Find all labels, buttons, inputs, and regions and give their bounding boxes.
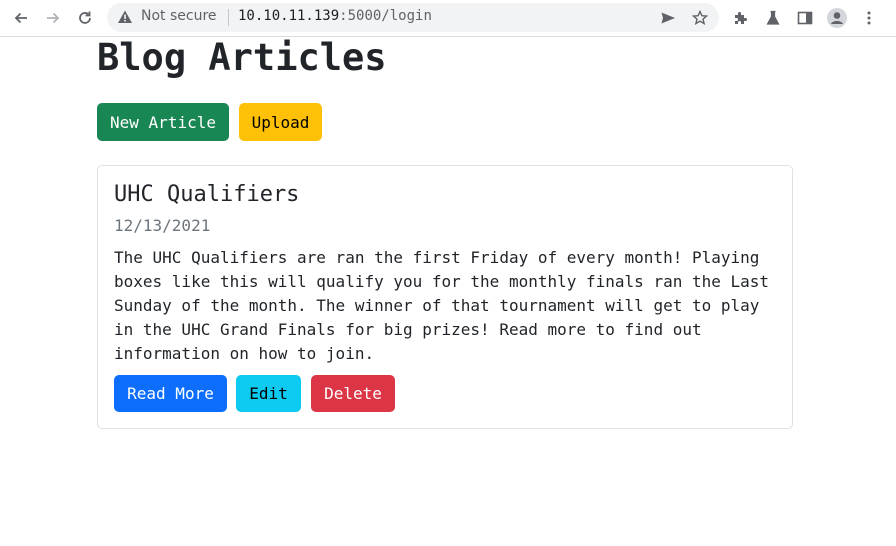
reload-icon[interactable] [73,6,97,30]
profile-avatar-icon[interactable] [825,6,849,30]
back-arrow-icon[interactable] [9,6,33,30]
browser-toolbar: Not secure 10.10.11.139:5000/login [0,0,896,37]
address-divider [228,9,229,26]
send-icon[interactable] [658,8,678,28]
url-text[interactable]: 10.10.11.139:5000/login [238,8,432,24]
forward-arrow-icon[interactable] [41,6,65,30]
bookmark-star-icon[interactable] [690,8,710,28]
delete-button[interactable]: Delete [311,375,395,412]
side-panel-icon[interactable] [793,6,817,30]
edit-button[interactable]: Edit [236,375,301,412]
article-date: 12/13/2021 [114,216,211,235]
warning-icon[interactable] [117,9,133,25]
article-body: The UHC Qualifiers are ran the first Fri… [114,248,770,363]
security-status[interactable]: Not secure [141,8,217,24]
url-path: :5000/login [339,8,432,24]
article-title: UHC Qualifiers [114,182,300,207]
extensions-puzzle-icon[interactable] [729,6,753,30]
article-card: UHC Qualifiers 12/13/2021 The UHC Qualif… [97,165,793,429]
upload-button[interactable]: Upload [239,103,322,141]
more-menu-icon[interactable] [857,6,881,30]
new-article-button[interactable]: New Article [97,103,229,141]
read-more-button[interactable]: Read More [114,375,227,412]
page-title: Blog Articles [97,36,387,79]
address-bar[interactable]: Not secure 10.10.11.139:5000/login [107,3,719,32]
labs-flask-icon[interactable] [761,6,785,30]
url-host: 10.10.11.139 [238,8,340,24]
